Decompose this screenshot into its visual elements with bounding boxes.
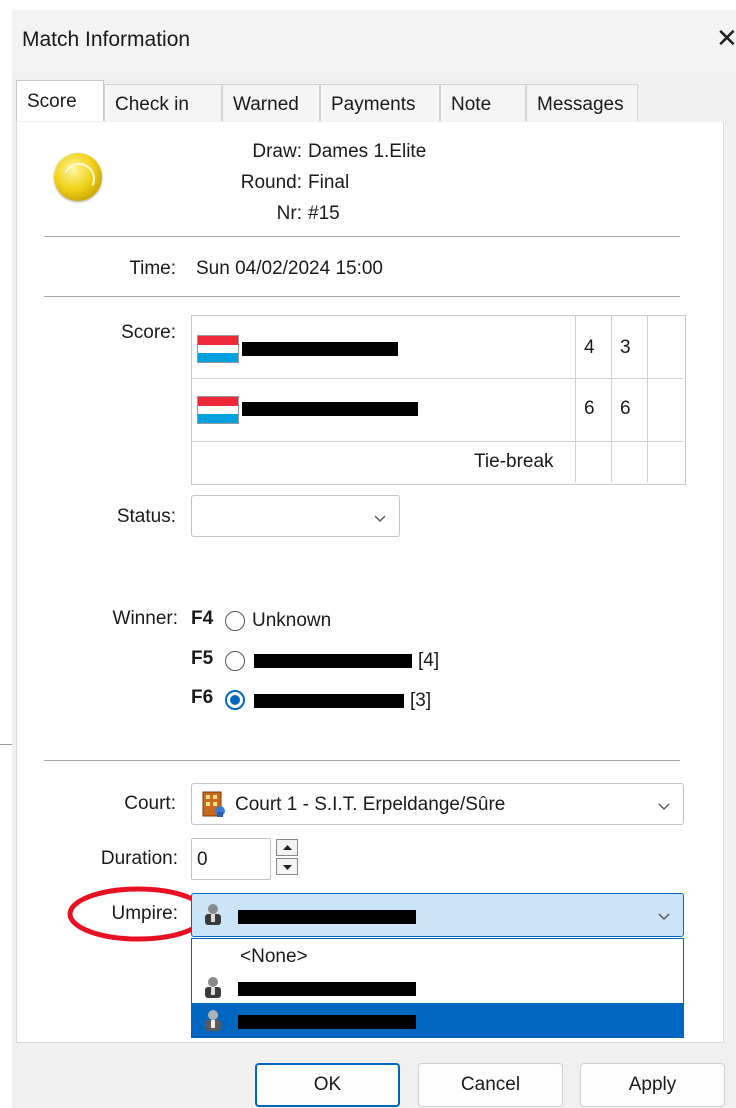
dropdown-option-umpire-2-selected[interactable] bbox=[192, 1003, 683, 1037]
winner-seed-player-2: [3] bbox=[410, 690, 432, 711]
separator-1 bbox=[44, 236, 680, 238]
separator-3 bbox=[44, 760, 680, 762]
dropdown-option-none[interactable]: <None> bbox=[192, 939, 683, 971]
background-divider bbox=[0, 744, 12, 745]
cancel-button[interactable]: Cancel bbox=[418, 1063, 563, 1107]
score-cell[interactable]: 4 bbox=[584, 337, 595, 359]
player-2-name-redacted bbox=[242, 402, 418, 416]
tab-warned[interactable]: Warned bbox=[222, 84, 320, 121]
winner-label: Winner: bbox=[112, 608, 178, 629]
close-icon[interactable]: ✕ bbox=[716, 24, 736, 52]
winner-radio-unknown[interactable] bbox=[225, 611, 245, 631]
winner-radio-player-2[interactable] bbox=[225, 690, 245, 710]
umpire-dropdown-list: <None> bbox=[191, 938, 684, 1038]
tab-payments[interactable]: Payments bbox=[320, 84, 440, 121]
winner-radio-player-1[interactable] bbox=[225, 651, 245, 671]
score-cell[interactable]: 6 bbox=[584, 398, 595, 420]
score-label: Score: bbox=[121, 322, 176, 343]
chevron-down-icon bbox=[658, 913, 670, 920]
luxembourg-flag-icon bbox=[197, 335, 239, 363]
winner-key-f5: F5 bbox=[191, 648, 214, 669]
time-label: Time: bbox=[129, 258, 176, 279]
dropdown-umpire-2-redacted bbox=[238, 1015, 416, 1029]
time-value: Sun 04/02/2024 15:00 bbox=[196, 258, 384, 279]
tab-messages[interactable]: Messages bbox=[526, 84, 638, 121]
winner-seed-player-1: [4] bbox=[418, 650, 440, 671]
luxembourg-flag-icon bbox=[197, 396, 239, 424]
winner-key-f4: F4 bbox=[191, 608, 214, 629]
score-grid[interactable]: 4 3 6 6 Tie-break bbox=[191, 315, 686, 485]
duration-input[interactable]: 0 bbox=[191, 838, 271, 880]
score-cell[interactable]: 3 bbox=[620, 337, 631, 359]
umpire-highlight-circle bbox=[67, 886, 209, 942]
person-icon bbox=[205, 904, 221, 925]
tab-check-in[interactable]: Check in bbox=[104, 84, 222, 121]
window-title: Match Information bbox=[22, 28, 191, 51]
player-1-name-redacted bbox=[242, 342, 398, 356]
court-label: Court: bbox=[124, 793, 176, 814]
duration-label: Duration: bbox=[100, 848, 178, 869]
court-building-icon bbox=[202, 791, 225, 817]
draw-value: Dames 1.Elite bbox=[308, 141, 427, 162]
status-label: Status: bbox=[116, 506, 176, 527]
apply-button[interactable]: Apply bbox=[580, 1063, 725, 1107]
spin-down-button[interactable] bbox=[276, 858, 298, 875]
court-value: Court 1 - S.I.T. Erpeldange/Sûre bbox=[235, 794, 506, 815]
duration-spinner[interactable] bbox=[276, 839, 300, 877]
nr-value: #15 bbox=[308, 203, 340, 224]
dropdown-umpire-1-redacted bbox=[238, 982, 416, 996]
tiebreak-label: Tie-break bbox=[474, 451, 554, 472]
tab-note[interactable]: Note bbox=[440, 84, 526, 121]
winner-player-2-redacted bbox=[254, 694, 404, 708]
court-select[interactable]: Court 1 - S.I.T. Erpeldange/Sûre bbox=[191, 783, 684, 825]
status-select[interactable] bbox=[191, 495, 400, 537]
nr-label: Nr: bbox=[276, 203, 302, 224]
draw-label: Draw: bbox=[252, 141, 302, 162]
ok-button[interactable]: OK bbox=[255, 1063, 400, 1107]
round-label: Round: bbox=[240, 172, 302, 193]
tennis-ball-icon bbox=[54, 153, 102, 201]
winner-key-f6: F6 bbox=[191, 687, 214, 708]
winner-option-unknown: Unknown bbox=[252, 610, 332, 631]
chevron-down-icon bbox=[374, 515, 386, 522]
person-icon bbox=[205, 1010, 221, 1031]
separator-2 bbox=[44, 296, 680, 298]
winner-player-1-redacted bbox=[254, 654, 412, 668]
spin-up-button[interactable] bbox=[276, 839, 298, 856]
person-icon bbox=[205, 977, 221, 998]
score-cell[interactable]: 6 bbox=[620, 398, 631, 420]
chevron-down-icon bbox=[658, 803, 670, 810]
round-value: Final bbox=[308, 172, 350, 193]
umpire-select[interactable] bbox=[191, 893, 684, 937]
caret-down-icon bbox=[283, 865, 292, 870]
dropdown-option-umpire-1[interactable] bbox=[192, 971, 683, 1003]
caret-up-icon bbox=[283, 845, 292, 850]
tab-score[interactable]: Score bbox=[16, 80, 104, 121]
umpire-selected-redacted bbox=[238, 910, 416, 924]
